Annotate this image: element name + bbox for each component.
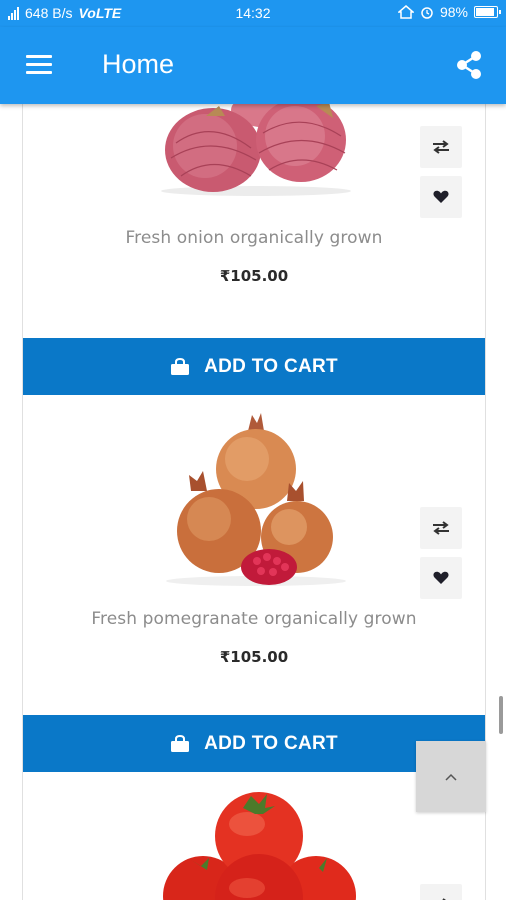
app-screen: 648 B/s VoLTE 14:32 98% Home Fresh onion… <box>0 0 506 900</box>
onion-image[interactable] <box>151 98 361 198</box>
shopping-bag-icon <box>171 357 190 375</box>
app-bar: Home <box>0 27 506 104</box>
compare-button[interactable] <box>420 126 462 168</box>
shopping-bag-icon <box>171 734 190 752</box>
add-to-cart-button[interactable]: ADD TO CART <box>23 338 485 395</box>
swap-arrows-icon <box>433 140 449 154</box>
add-to-cart-label: ADD TO CART <box>204 355 338 377</box>
battery-level: 98% <box>439 4 468 20</box>
tomato-image[interactable] <box>151 788 361 900</box>
product-price: ₹105.00 <box>219 267 289 285</box>
product-price: ₹105.00 <box>219 648 289 666</box>
scrollbar[interactable] <box>499 696 503 734</box>
chevron-up-icon <box>445 773 457 781</box>
add-to-cart-label: ADD TO CART <box>204 732 338 754</box>
heart-icon <box>433 190 449 203</box>
wishlist-button[interactable] <box>420 176 462 218</box>
product-name[interactable]: Fresh pomegranate organically grown <box>23 609 485 629</box>
swap-arrows-icon <box>433 521 449 535</box>
status-right: 98% <box>397 4 501 20</box>
wishlist-button[interactable] <box>420 557 462 599</box>
compare-button[interactable] <box>420 884 462 900</box>
hotspot-icon <box>397 5 414 19</box>
product-name[interactable]: Fresh onion organically grown <box>23 228 485 248</box>
hamburger-menu-icon[interactable] <box>24 53 54 77</box>
scroll-to-top-button[interactable] <box>416 741 486 812</box>
alarm-icon <box>421 7 433 19</box>
page-title: Home <box>102 49 175 79</box>
share-icon[interactable] <box>454 49 484 81</box>
status-bar: 648 B/s VoLTE 14:32 98% <box>0 0 506 27</box>
heart-icon <box>433 571 449 584</box>
pomegranate-image[interactable] <box>151 409 361 589</box>
battery-icon <box>474 6 501 18</box>
compare-button[interactable] <box>420 507 462 549</box>
product-card: Fresh pomegranate organically grown ₹105… <box>23 395 485 715</box>
